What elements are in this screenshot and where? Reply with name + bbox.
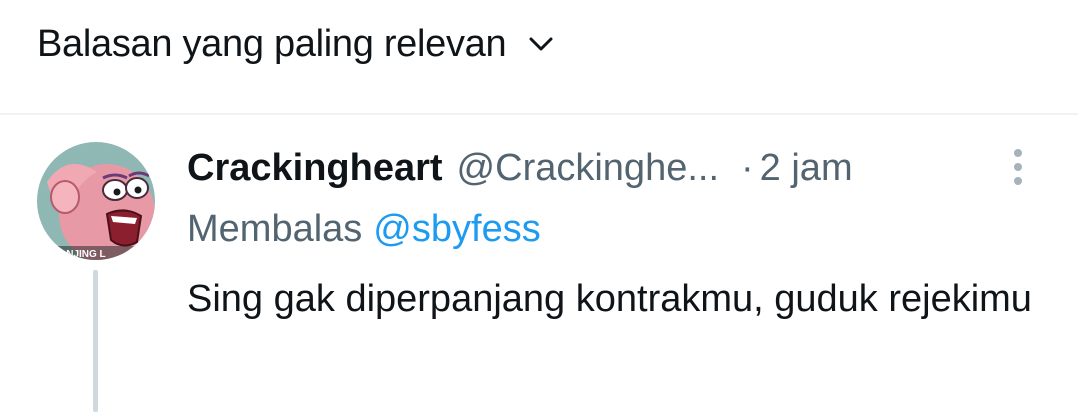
- author-handle[interactable]: @Crackinghe...: [457, 147, 719, 190]
- author-display-name[interactable]: Crackingheart: [187, 147, 443, 190]
- avatar[interactable]: ANJING L: [37, 142, 155, 260]
- avatar-caption: ANJING L: [59, 249, 106, 260]
- section-divider: [0, 113, 1078, 115]
- sort-label: Balasan yang paling relevan: [37, 22, 507, 65]
- more-options-button[interactable]: [1000, 146, 1036, 192]
- chevron-down-icon: [528, 31, 554, 57]
- sort-replies-dropdown[interactable]: Balasan yang paling relevan: [37, 18, 554, 70]
- tweet-timestamp[interactable]: 2 jam: [760, 147, 853, 190]
- separator-dot: ·: [741, 146, 754, 189]
- replying-to-line: Membalas @sbyfess: [187, 203, 541, 255]
- thread-connector-line: [93, 270, 98, 412]
- more-vertical-icon: [1012, 147, 1024, 192]
- replying-to-label: Membalas: [187, 207, 363, 250]
- tweet-body-text: Sing gak diperpanjang kontrakmu, guduk r…: [187, 278, 1032, 320]
- tweet-header: Crackingheart @Crackinghe... · 2 jam: [187, 140, 987, 196]
- replying-to-mention-link[interactable]: @sbyfess: [373, 208, 540, 251]
